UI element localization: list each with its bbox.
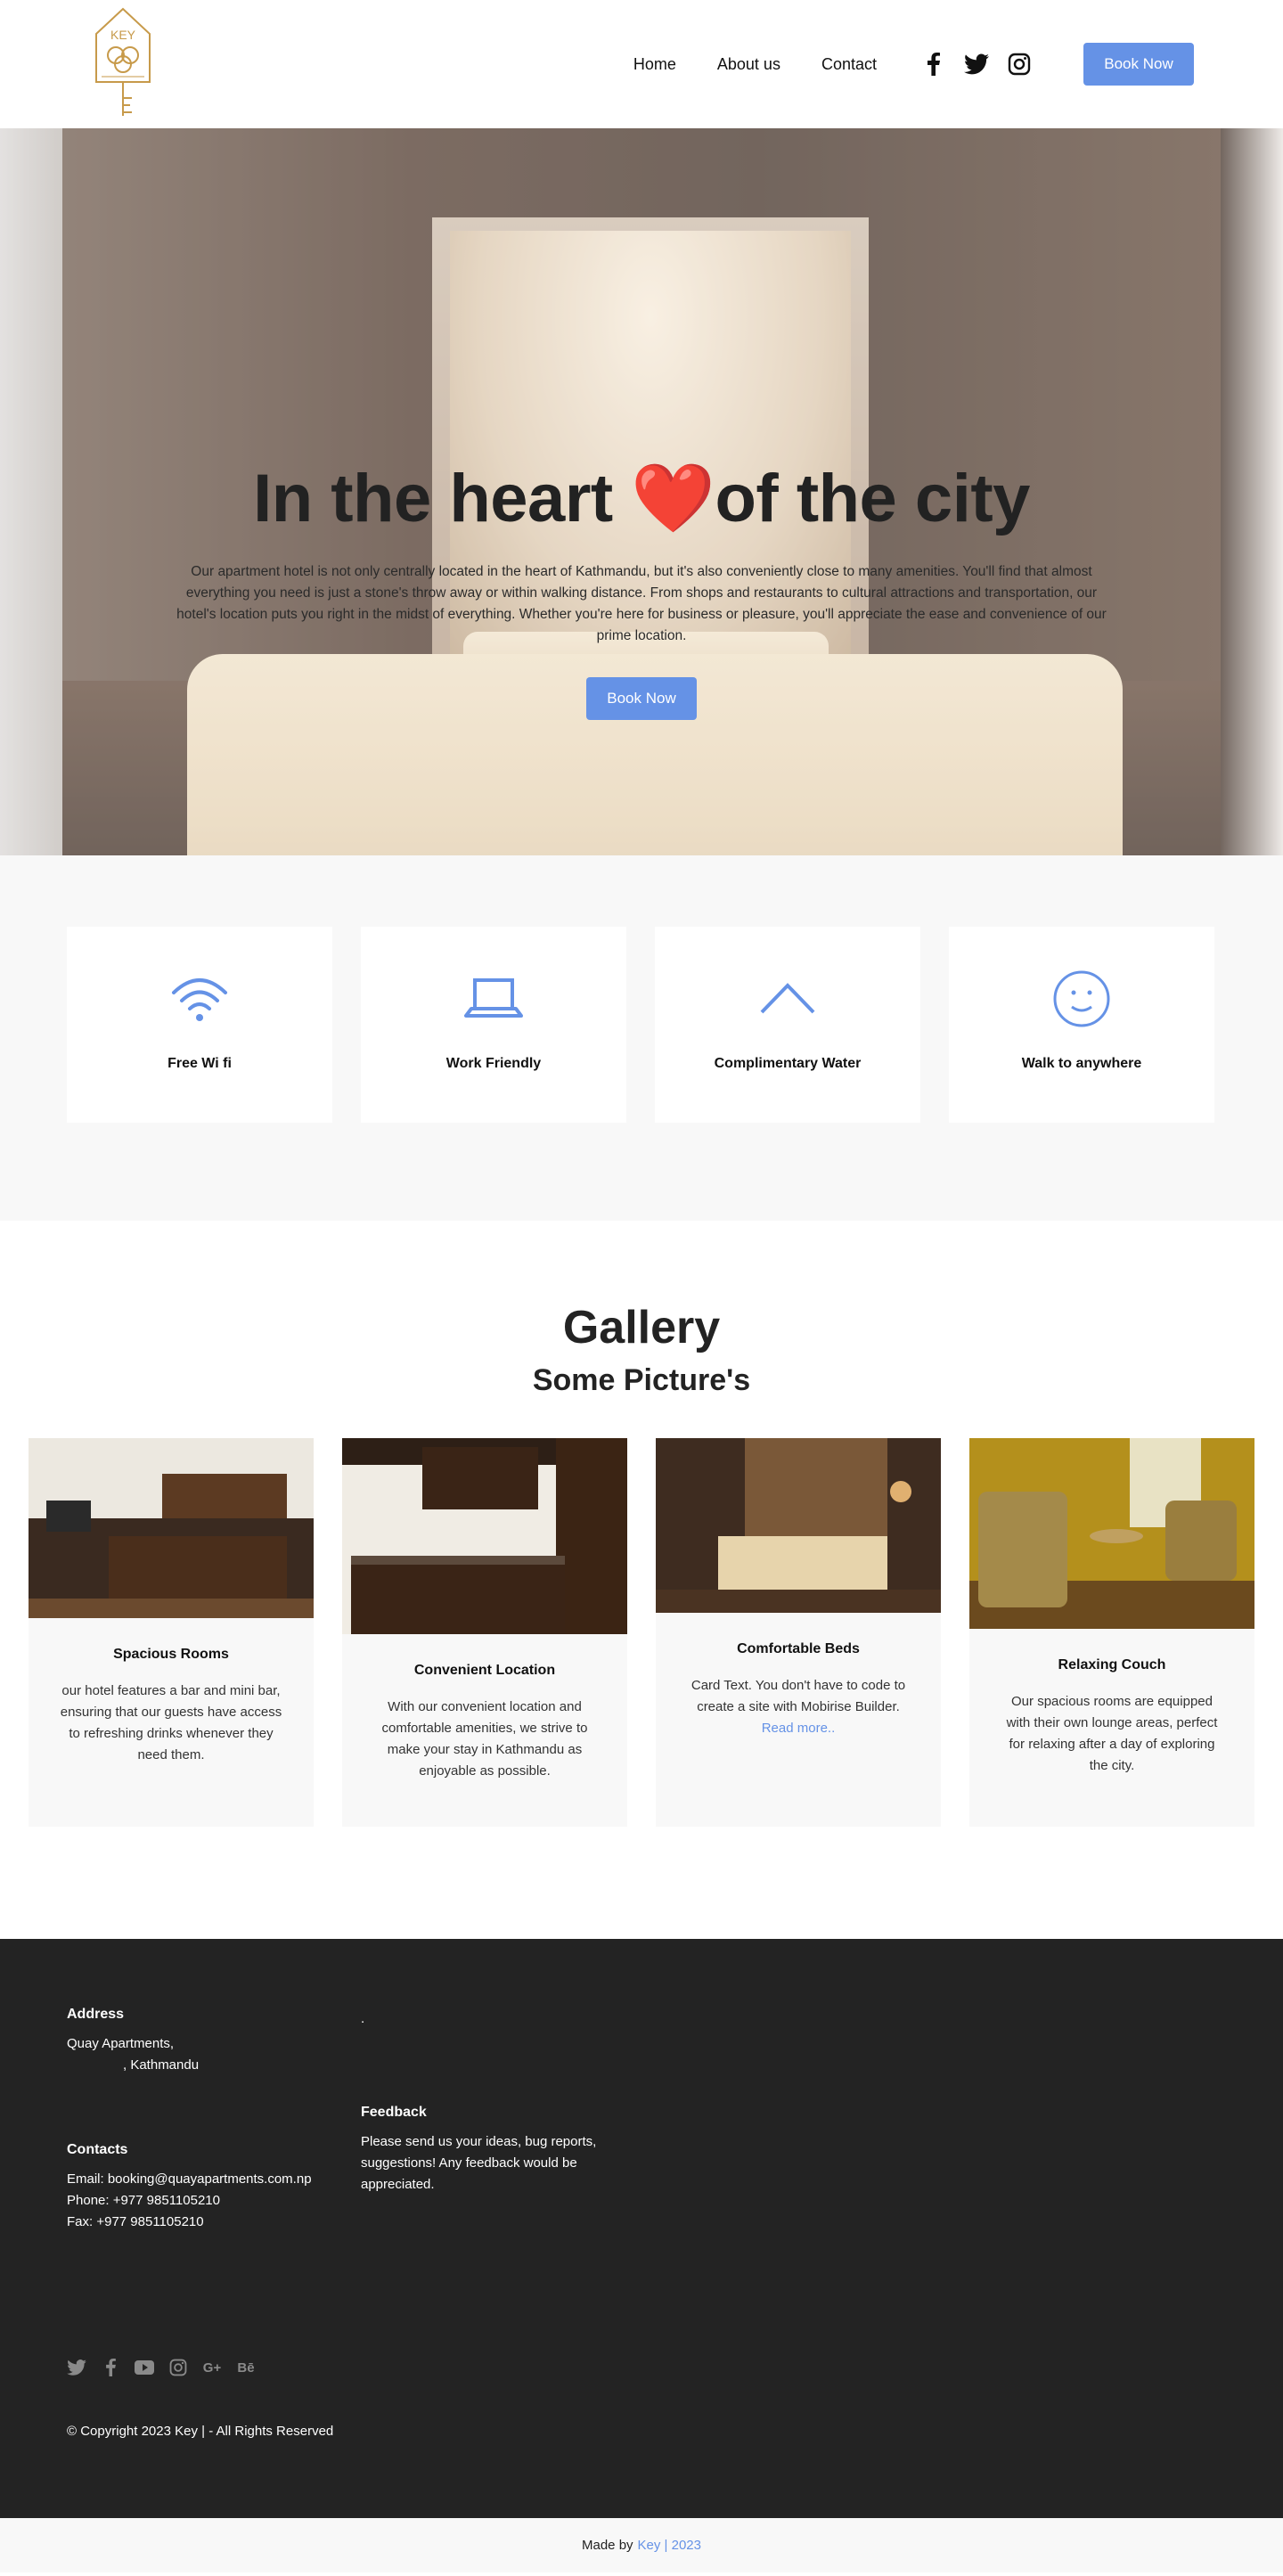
contact-fax: Fax: +977 9851105210	[67, 2214, 204, 2229]
feature-label: Work Friendly	[445, 1056, 542, 1071]
hero-title: In the heart ❤️of the city	[253, 461, 1030, 536]
gallery-card: Comfortable Beds Card Text. You don't ha…	[656, 1438, 941, 1827]
site-header: KEY Home About us Contact Book Now	[0, 0, 1283, 128]
address-heading: Address	[67, 2007, 125, 2022]
hero-content: In the heart ❤️of the city Our apartment…	[0, 458, 1283, 720]
site-footer: Address Quay Apartments, , Kathmandu . C…	[0, 1939, 1283, 2518]
gallery-image-kitchenette	[342, 1438, 627, 1634]
header-social-links	[921, 52, 1050, 77]
heart-emoji: ❤️	[631, 461, 715, 536]
footer-social-links: G+ Bē	[67, 2358, 270, 2377]
gallery-image-kitchen	[29, 1438, 314, 1618]
address-line-2: , Kathmandu	[123, 2057, 200, 2073]
hero-book-now-button[interactable]: Book Now	[586, 677, 697, 720]
gallery-section: Gallery Some Picture's Spacious Rooms ou…	[0, 1221, 1283, 1939]
header-book-now-button[interactable]: Book Now	[1083, 43, 1194, 86]
gallery-card-title: Relaxing Couch	[1058, 1657, 1166, 1672]
gallery-image-couch	[969, 1438, 1254, 1629]
feature-card-wifi: Free Wi fi	[67, 927, 332, 1123]
gallery-card-text: our hotel features a bar and mini bar, e…	[60, 1683, 282, 1762]
youtube-icon[interactable]	[135, 2358, 154, 2377]
features-section: Free Wi fi Work Friendly Complimentary W…	[0, 855, 1283, 1221]
bottom-credit-bar: Made by Key | 2023	[0, 2518, 1283, 2572]
gallery-card-title: Spacious Rooms	[113, 1647, 229, 1662]
footer-dot: .	[361, 2011, 365, 2026]
twitter-icon[interactable]	[67, 2358, 86, 2377]
gallery-card-text: Card Text. You don't have to code to cre…	[691, 1678, 906, 1736]
laptop-icon	[462, 968, 525, 1030]
wifi-icon	[168, 968, 231, 1030]
gallery-card-text: Our spacious rooms are equipped with the…	[1006, 1694, 1218, 1773]
copyright-text: © Copyright 2023 Key | - All Rights Rese…	[67, 2424, 334, 2439]
gallery-card-text: With our convenient location and comfort…	[381, 1699, 588, 1779]
feature-card-walk: Walk to anywhere	[949, 927, 1214, 1123]
logo[interactable]: KEY	[89, 5, 157, 119]
instagram-icon[interactable]	[168, 2358, 188, 2377]
address-line-1: Quay Apartments,	[67, 2036, 175, 2051]
nav-home[interactable]: Home	[633, 55, 676, 74]
read-more-link[interactable]: Read more..	[762, 1721, 836, 1736]
hero-description: Our apartment hotel is not only centrall…	[176, 564, 1107, 643]
gallery-subtitle: Some Picture's	[532, 1363, 751, 1397]
facebook-icon[interactable]	[921, 52, 946, 77]
feature-label: Complimentary Water	[714, 1056, 862, 1071]
nav-contact[interactable]: Contact	[821, 55, 877, 74]
facebook-icon[interactable]	[101, 2358, 120, 2377]
gallery-card: Relaxing Couch Our spacious rooms are eq…	[969, 1438, 1254, 1827]
gallery-card: Spacious Rooms our hotel features a bar …	[29, 1438, 314, 1827]
google-plus-icon[interactable]: G+	[202, 2358, 222, 2377]
main-nav: Home About us Contact Book Now	[633, 0, 1283, 128]
contacts-heading: Contacts	[67, 2142, 128, 2157]
feature-card-water: Complimentary Water	[655, 927, 920, 1123]
hero-section: In the heart ❤️of the city Our apartment…	[0, 128, 1283, 855]
feature-label: Walk to anywhere	[1021, 1056, 1142, 1071]
gallery-image-bedroom	[656, 1438, 941, 1613]
behance-icon[interactable]: Bē	[236, 2358, 256, 2377]
twitter-icon[interactable]	[964, 52, 989, 77]
feature-label: Free Wi fi	[168, 1056, 232, 1071]
made-by-label: Made by	[582, 2538, 633, 2553]
gallery-title: Gallery	[562, 1302, 721, 1353]
logo-text: KEY	[110, 28, 136, 42]
contact-phone[interactable]: Phone: +977 9851105210	[67, 2190, 220, 2212]
smile-icon	[1050, 968, 1113, 1030]
contact-email[interactable]: Email: booking@quayapartments.com.np	[67, 2169, 312, 2190]
feedback-text: Please send us your ideas, bug reports, …	[361, 2134, 597, 2192]
nav-about-us[interactable]: About us	[717, 55, 780, 74]
feature-card-work: Work Friendly	[361, 927, 626, 1123]
instagram-icon[interactable]	[1007, 52, 1032, 77]
feedback-heading: Feedback	[361, 2105, 427, 2120]
gallery-card: Convenient Location With our convenient …	[342, 1438, 627, 1827]
gallery-card-title: Convenient Location	[413, 1663, 556, 1678]
gallery-card-title: Comfortable Beds	[737, 1641, 860, 1656]
chevron-up-icon	[756, 968, 819, 1030]
made-by-brand-link[interactable]: Key | 2023	[638, 2538, 701, 2553]
